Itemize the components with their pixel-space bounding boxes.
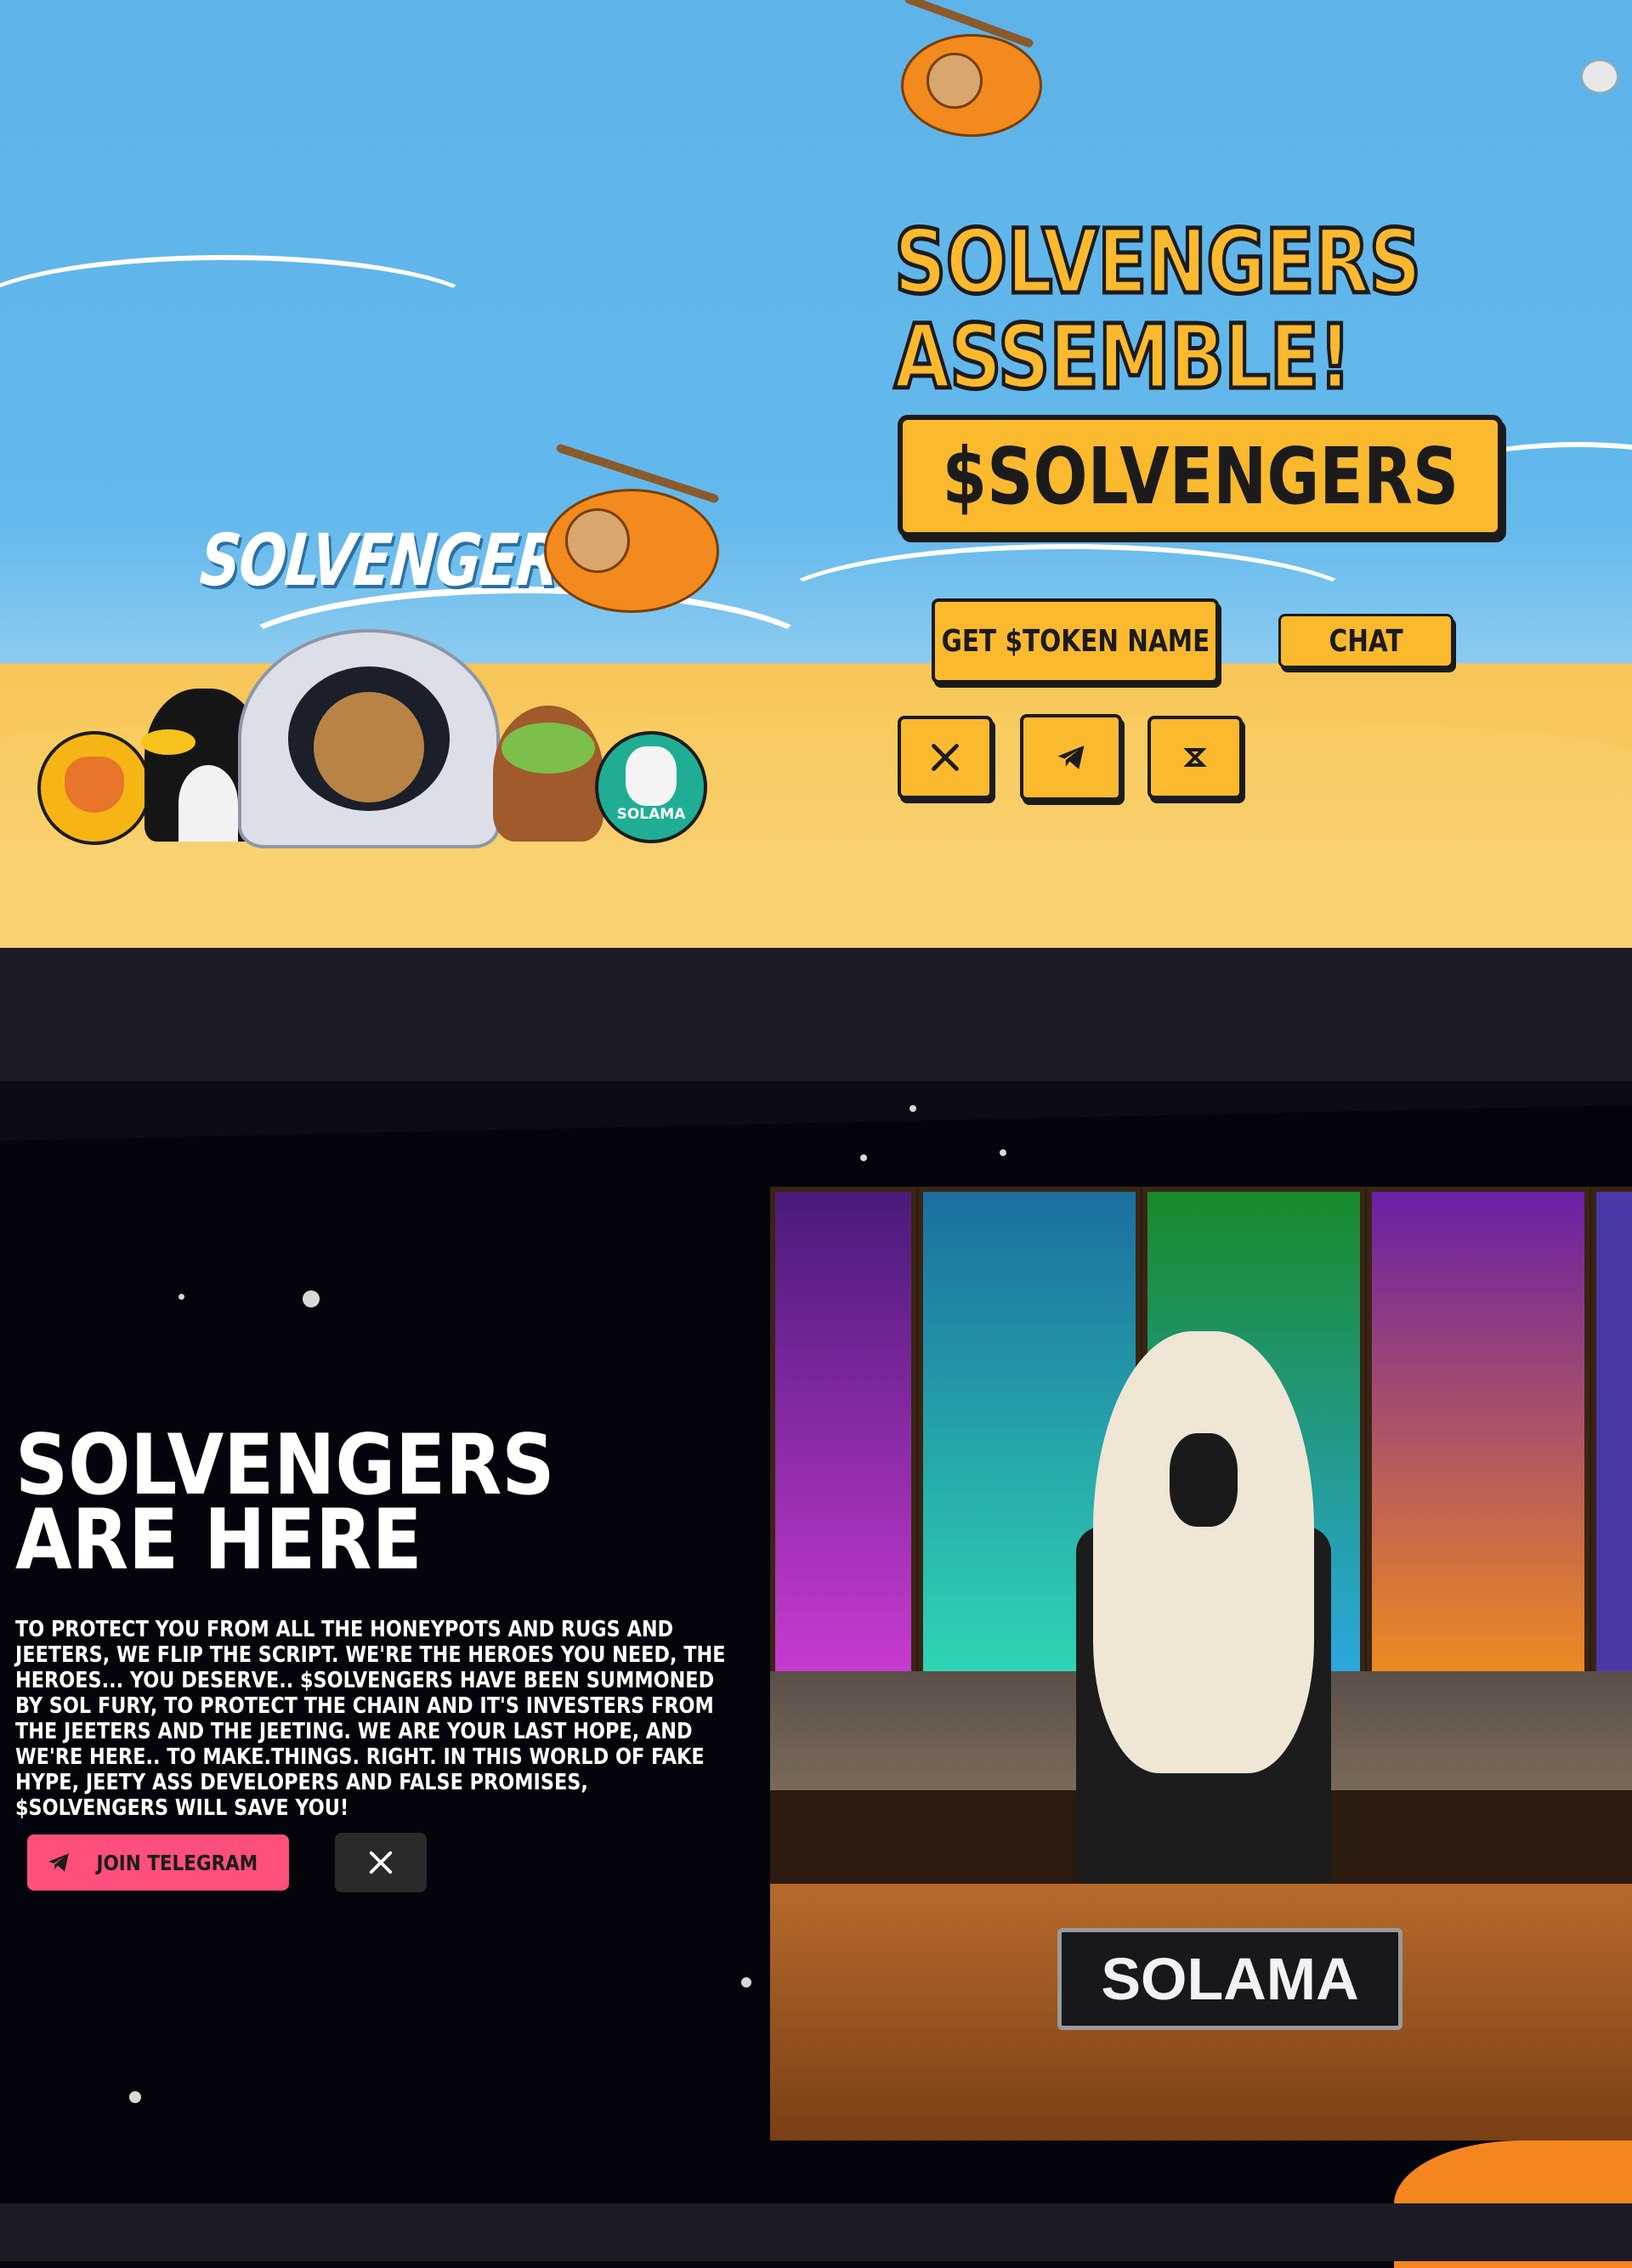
star bbox=[178, 1294, 184, 1300]
about-body-text: To protect you from all the honeypots an… bbox=[15, 1617, 726, 1821]
coin-label: SOLAMA bbox=[616, 806, 686, 823]
hero-title: SOLVENGERS ASSEMBLE! bbox=[892, 210, 1423, 409]
ticker-badge: $SOLVENGERS bbox=[898, 415, 1503, 537]
solama-coin-icon: SOLAMA bbox=[595, 731, 707, 843]
ticker-text: $SOLVENGERS bbox=[942, 430, 1459, 522]
nameplate: SOLAMA bbox=[1057, 1928, 1402, 2030]
x-social-button[interactable] bbox=[335, 1833, 427, 1892]
astronaut-dog-icon bbox=[238, 629, 500, 848]
hero-section: SOLVENGERS SOLAMA SOLVENGERS ASSEMBLE! $… bbox=[0, 0, 1632, 948]
star bbox=[741, 1977, 751, 1987]
art-panel bbox=[1591, 1187, 1632, 1681]
buy-token-button[interactable]: GET $TOKEN NAME bbox=[932, 598, 1219, 683]
telegram-icon bbox=[48, 1853, 69, 1872]
star bbox=[129, 2091, 141, 2103]
hero-title-line1: SOLVENGERS bbox=[892, 210, 1423, 314]
solama-artwork: SOLAMA bbox=[770, 1187, 1632, 2140]
music-toggle-icon[interactable] bbox=[1581, 60, 1618, 94]
llama-character-icon bbox=[1093, 1331, 1314, 1773]
star bbox=[303, 1290, 320, 1307]
telegram-social-button[interactable] bbox=[1020, 714, 1122, 801]
solvengers-logo: SOLVENGERS bbox=[196, 519, 601, 602]
join-telegram-button[interactable]: JOIN TELEGRAM bbox=[27, 1834, 289, 1891]
cloud-swirl bbox=[0, 255, 486, 367]
about-title: SOLVENGERS ARE HERE bbox=[15, 1417, 555, 1589]
sand-ground bbox=[0, 842, 1632, 948]
art-panel bbox=[770, 1187, 916, 1681]
x-icon bbox=[369, 1851, 393, 1874]
x-social-button[interactable] bbox=[898, 716, 993, 799]
art-panel bbox=[1367, 1187, 1590, 1681]
star bbox=[1000, 1149, 1006, 1156]
monkey-character-icon bbox=[493, 706, 604, 842]
chat-button[interactable]: CHAT bbox=[1278, 614, 1454, 668]
bonk-coin-icon bbox=[37, 731, 151, 845]
telegram-icon bbox=[1057, 746, 1085, 769]
sloth-face-icon bbox=[565, 508, 630, 573]
star bbox=[860, 1154, 867, 1161]
chat-label: CHAT bbox=[1329, 623, 1403, 659]
hero-title-line2: ASSEMBLE! bbox=[892, 305, 1353, 409]
star bbox=[910, 1105, 916, 1112]
dexscreener-icon bbox=[1183, 748, 1207, 767]
bottom-band bbox=[0, 2203, 1632, 2261]
dexscreener-social-button[interactable] bbox=[1148, 716, 1243, 799]
buy-token-label: GET $TOKEN NAME bbox=[941, 623, 1210, 659]
join-telegram-label: JOIN TELEGRAM bbox=[96, 1850, 258, 1875]
x-icon bbox=[932, 744, 959, 771]
nameplate-text: SOLAMA bbox=[1101, 1946, 1359, 2012]
divider-band bbox=[0, 948, 1632, 1081]
sloth-face-icon bbox=[926, 53, 983, 109]
